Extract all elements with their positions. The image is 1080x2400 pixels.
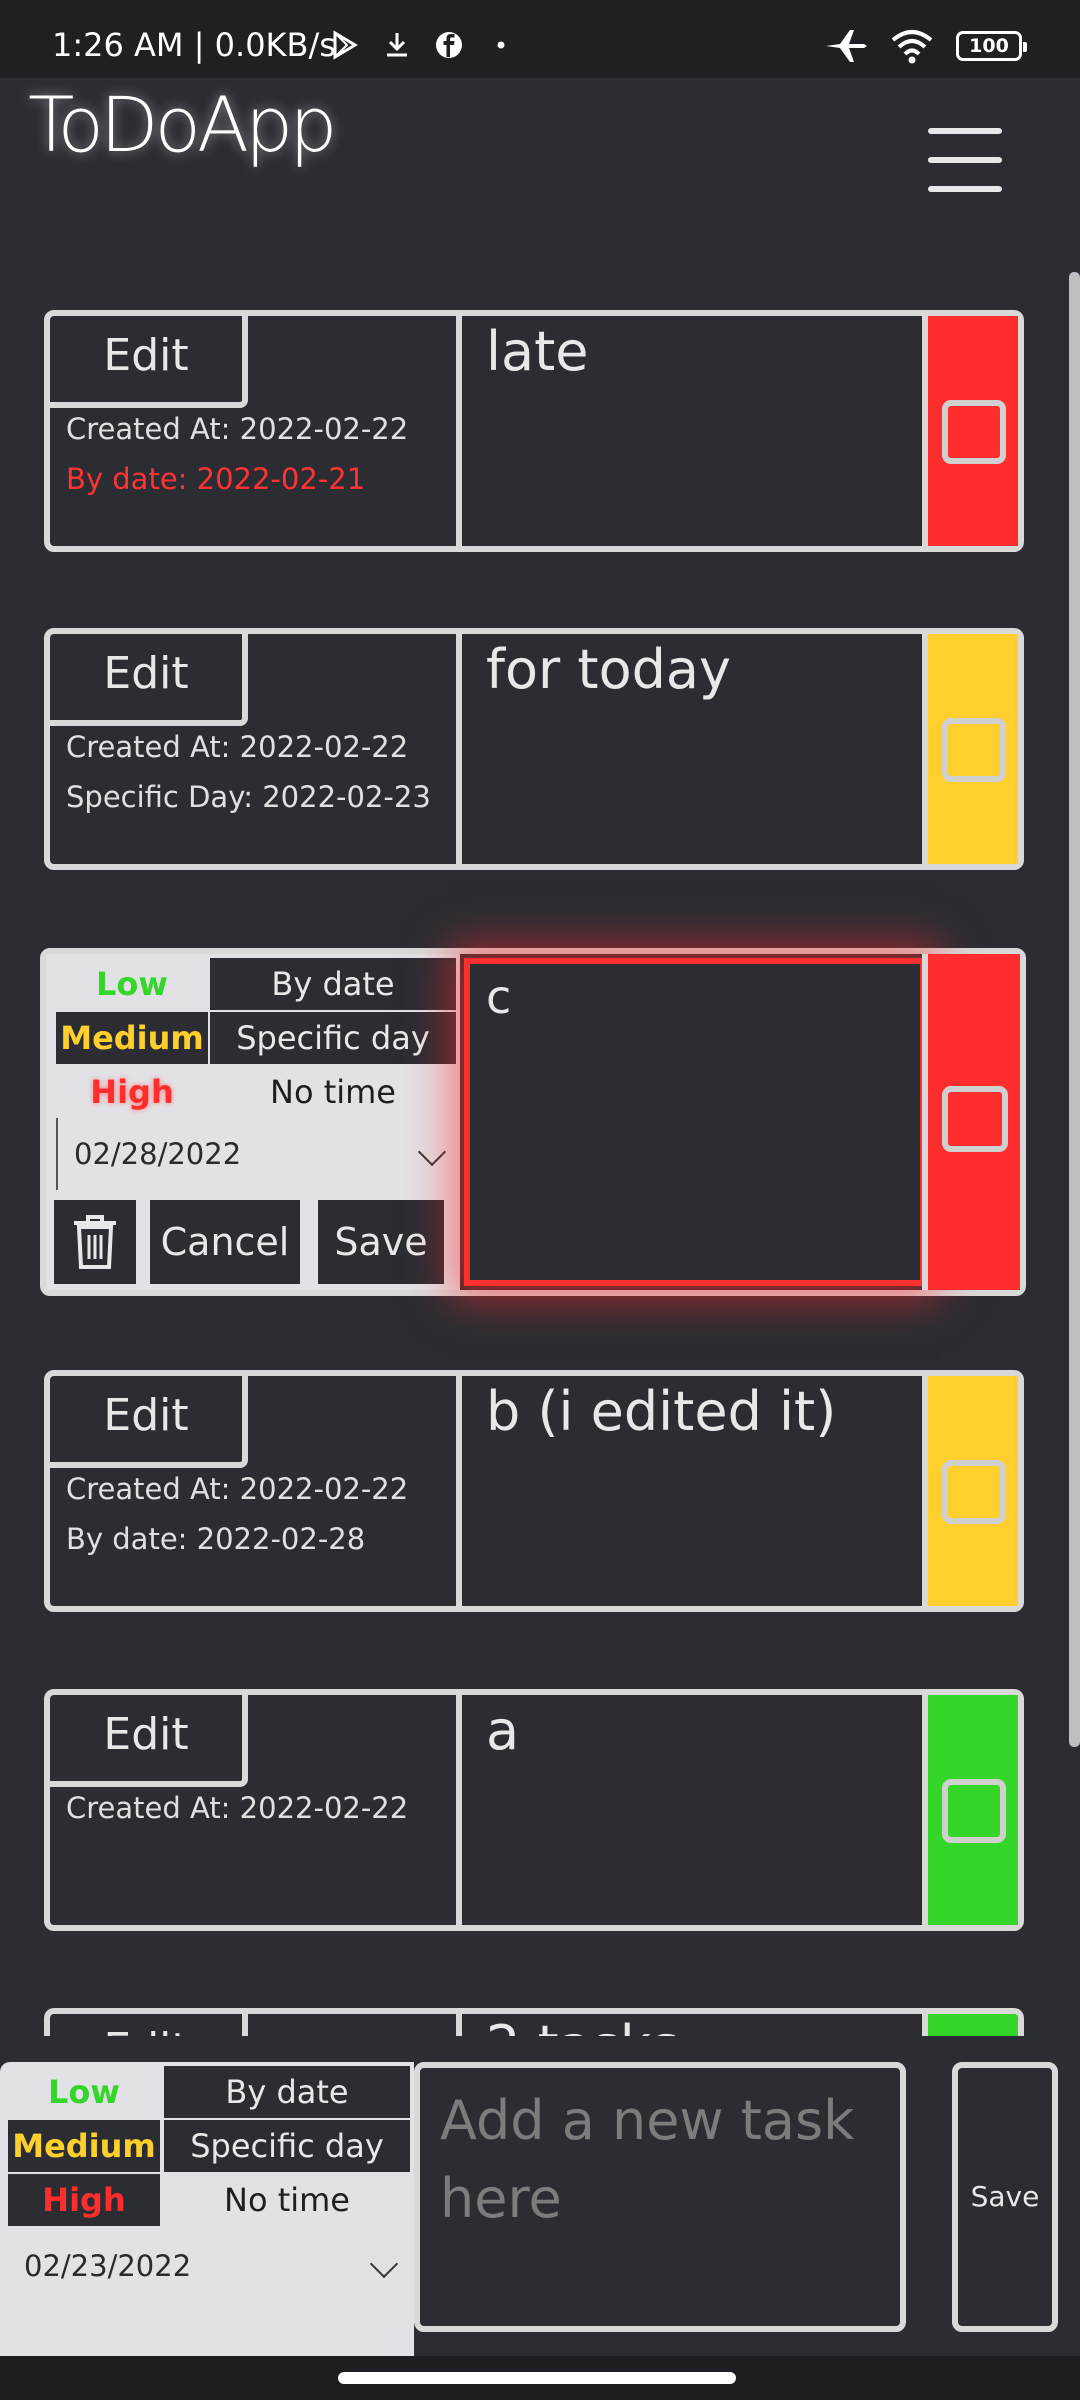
task-card: Edit Created At: 2022-02-22 Specific Day… [44,628,1024,870]
app-title: ToDoApp [28,80,338,169]
type-no-time-option[interactable]: No time [164,2174,410,2226]
cancel-button[interactable]: Cancel [150,1200,300,1284]
new-task-bar: Low Medium High By date Specific day No … [0,2036,1080,2366]
priority-indicator [922,316,1018,546]
facebook-icon [436,32,462,58]
type-no-time-option[interactable]: No time [210,1066,456,1118]
status-time-speed: 1:26 AM | 0.0KB/s [52,26,336,64]
priority-high-option[interactable]: High [56,1066,208,1118]
date-picker[interactable]: 02/28/2022 [56,1118,454,1190]
task-title[interactable]: late [486,320,589,383]
chevron-down-icon [369,2249,399,2279]
task-card-editing: Low Medium High By date Specific day No … [40,948,1026,1296]
save-button[interactable]: Save [318,1200,444,1284]
edit-options-panel: Low Medium High By date Specific day No … [46,954,460,1290]
scrollbar[interactable] [1069,272,1080,1747]
add-task-save-button[interactable]: Save [952,2062,1058,2332]
battery-icon: 100 [956,31,1027,61]
date-picker[interactable]: 02/23/2022 [8,2230,406,2302]
download-icon [387,33,407,57]
priority-indicator [922,1376,1018,1606]
created-at-text: Created At: 2022-02-22 [66,1472,409,1506]
wifi-icon [891,30,933,64]
task-text-editor[interactable]: c [464,958,926,1286]
date-value: 02/28/2022 [74,1137,242,1171]
complete-checkbox[interactable] [942,1086,1008,1152]
play-store-icon [333,30,358,60]
system-nav-bar [0,2356,1080,2400]
task-info-panel: Edit Created At: 2022-02-22 [50,1695,462,1925]
delete-button[interactable] [54,1200,136,1284]
priority-indicator [922,634,1018,864]
edit-button[interactable]: Edit [50,1695,248,1787]
task-title[interactable]: b (i edited it) [486,1380,836,1443]
priority-high-option[interactable]: High [8,2174,160,2226]
task-card: Edit Created At: 2022-02-22 a [44,1689,1024,1931]
due-date-text: By date: 2022-02-21 [66,462,366,496]
priority-medium-option[interactable]: Medium [56,1012,208,1064]
new-task-input[interactable]: Add a new task here [414,2062,906,2332]
priority-indicator [922,1695,1018,1925]
due-date-text: Specific Day: 2022-02-23 [66,780,431,814]
complete-checkbox[interactable] [942,718,1006,782]
complete-checkbox[interactable] [942,400,1006,464]
edit-button[interactable]: Edit [50,634,248,726]
trash-icon [74,1215,116,1269]
task-card: Edit Created At: 2022-02-22 By date: 202… [44,1370,1024,1612]
priority-indicator [922,954,1020,1290]
date-value: 02/23/2022 [24,2249,192,2283]
priority-medium-option[interactable]: Medium [8,2120,160,2172]
type-by-date-option[interactable]: By date [164,2066,410,2118]
status-bar: 1:26 AM | 0.0KB/s 100 [0,0,1080,78]
complete-checkbox[interactable] [942,1779,1006,1843]
type-specific-day-option[interactable]: Specific day [210,1012,456,1064]
home-gesture-handle[interactable] [338,2372,736,2384]
edit-button[interactable]: Edit [50,316,248,408]
complete-checkbox[interactable] [942,1460,1006,1524]
priority-low-option[interactable]: Low [56,958,208,1010]
edit-button[interactable]: Edit [50,1376,248,1468]
chevron-down-icon [417,1137,447,1167]
task-title[interactable]: a [486,1699,519,1762]
task-info-panel: Edit Created At: 2022-02-22 By date: 202… [50,1376,462,1606]
task-info-panel: Edit Created At: 2022-02-22 By date: 202… [50,316,462,546]
created-at-text: Created At: 2022-02-22 [66,730,409,764]
airplane-icon [826,30,867,62]
task-text-value: c [486,970,512,1024]
type-by-date-option[interactable]: By date [210,958,456,1010]
new-task-options-panel: Low Medium High By date Specific day No … [0,2062,414,2366]
task-card: Edit Created At: 2022-02-22 By date: 202… [44,310,1024,552]
task-title[interactable]: for today [486,638,731,701]
priority-low-option[interactable]: Low [8,2066,160,2118]
created-at-text: Created At: 2022-02-22 [66,412,409,446]
hamburger-menu-icon[interactable] [928,128,1002,192]
due-date-text: By date: 2022-02-28 [66,1522,366,1556]
type-specific-day-option[interactable]: Specific day [164,2120,410,2172]
dot-icon [497,41,505,49]
task-info-panel: Edit Created At: 2022-02-22 Specific Day… [50,634,462,864]
created-at-text: Created At: 2022-02-22 [66,1791,409,1825]
